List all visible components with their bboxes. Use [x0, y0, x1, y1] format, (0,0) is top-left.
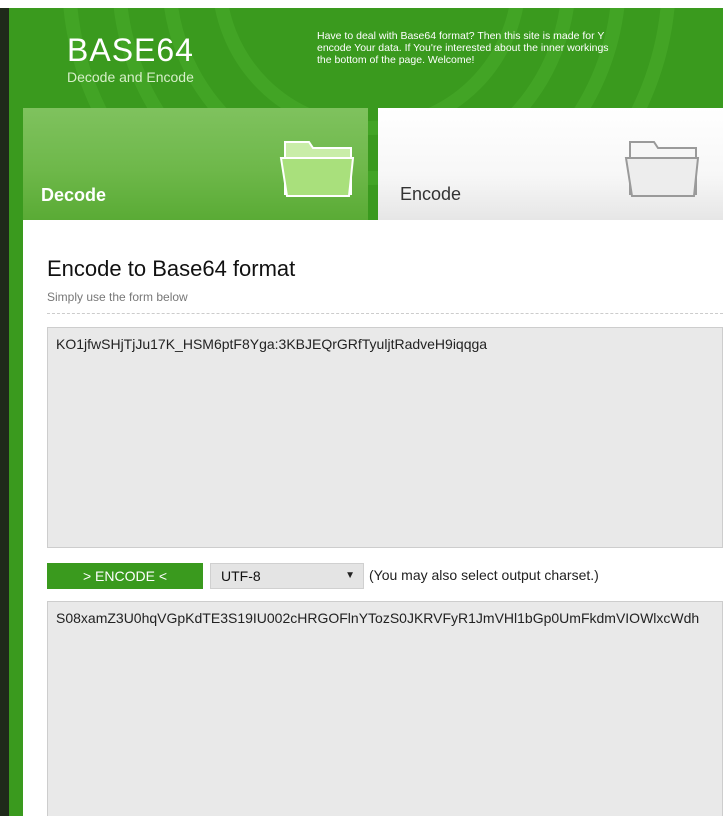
- tab-encode-label: Encode: [400, 184, 462, 204]
- dashed-divider: [47, 313, 723, 314]
- intro-line: encode Your data. If You're interested a…: [317, 42, 609, 54]
- intro-text: Have to deal with Base64 format? Then th…: [317, 30, 723, 66]
- site-frame: BASE64 Decode and Encode Have to deal wi…: [9, 8, 723, 816]
- charset-selected: UTF-8: [221, 568, 261, 584]
- page-title: Encode to Base64 format: [47, 256, 296, 281]
- logo-title: BASE64: [67, 32, 194, 68]
- left-edge: [0, 8, 9, 816]
- charset-select[interactable]: UTF-8 ▼: [210, 563, 364, 589]
- encode-panel: Encode to Base64 format Simply use the f…: [23, 220, 723, 816]
- tab-decode[interactable]: Decode: [23, 108, 368, 220]
- page-subtitle: Simply use the form below: [47, 290, 188, 304]
- tab-encode[interactable]: Encode: [378, 108, 723, 220]
- tab-decode-label: Decode: [41, 185, 107, 205]
- top-strip: [0, 0, 723, 8]
- input-textarea[interactable]: KO1jfwSHjTjJu17K_HSM6ptF8Yga:3KBJEQrGRfT…: [47, 327, 723, 548]
- charset-note: (You may also select output charset.): [369, 567, 599, 583]
- folder-icon: [279, 141, 355, 197]
- logo-subtitle: Decode and Encode: [67, 69, 194, 85]
- encode-button[interactable]: > ENCODE <: [47, 563, 203, 589]
- output-textarea[interactable]: S08xamZ3U0hqVGpKdTE3S19IU002cHRGOFlnYToz…: [47, 601, 723, 816]
- folder-icon: [624, 141, 700, 197]
- intro-line: Have to deal with Base64 format? Then th…: [317, 30, 605, 42]
- triangle-down-icon: ▼: [345, 570, 355, 581]
- site-logo[interactable]: BASE64 Decode and Encode: [67, 33, 194, 85]
- intro-line: the bottom of the page. Welcome!: [317, 54, 475, 66]
